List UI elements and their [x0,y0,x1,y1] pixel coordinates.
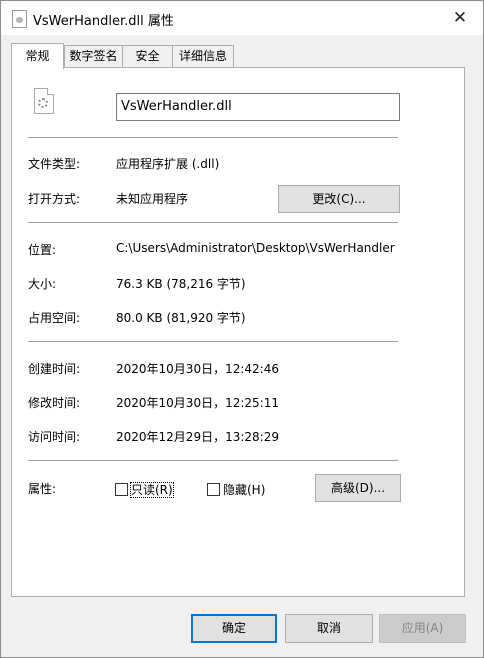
file-type-value: 应用程序扩展 (.dll) [116,157,220,171]
divider [28,341,398,342]
general-panel: VsWerHandler.dll 文件类型: 应用程序扩展 (.dll) 打开方… [11,67,465,597]
gear-icon [38,98,48,108]
location-label: 位置: [28,243,57,257]
checkbox-box[interactable] [115,483,128,496]
hidden-checkbox[interactable]: 隐藏(H) [207,481,265,498]
location-value: C:\Users\Administrator\Desktop\VsWerHand… [116,241,395,255]
dll-file-icon [34,88,54,114]
open-with-label: 打开方式: [28,192,81,206]
modified-value: 2020年10月30日，12:25:11 [116,396,279,410]
apply-button[interactable]: 应用(A) [379,614,466,643]
divider [28,222,398,223]
attributes-label: 属性: [28,482,57,496]
checkbox-box[interactable] [207,483,220,496]
window-title: VsWerHandler.dll 属性 [33,14,174,29]
change-button[interactable]: 更改(C)... [278,185,400,213]
accessed-label: 访问时间: [28,430,81,444]
tab-details[interactable]: 详细信息 [172,45,234,67]
size-label: 大小: [28,277,57,291]
divider [28,460,398,461]
readonly-checkbox-label[interactable]: 只读(R) [130,482,174,498]
advanced-button[interactable]: 高级(D)... [315,474,401,502]
divider [28,137,398,138]
file-name-input[interactable]: VsWerHandler.dll [116,93,400,121]
accessed-value: 2020年12月29日，13:28:29 [116,430,279,444]
close-icon: ✕ [452,8,468,28]
tab-general[interactable]: 常规 [11,43,64,69]
open-with-value: 未知应用程序 [116,192,189,206]
created-value: 2020年10月30日，12:42:46 [116,362,279,376]
ok-button[interactable]: 确定 [191,614,277,643]
tab-digital-signatures[interactable]: 数字签名 [64,45,123,67]
properties-window: VsWerHandler.dll 属性 ✕ 常规 数字签名 安全 详细信息 Vs… [0,0,484,658]
tab-security[interactable]: 安全 [122,45,173,67]
file-type-label: 文件类型: [28,157,81,171]
cancel-button[interactable]: 取消 [285,614,373,643]
readonly-checkbox[interactable]: 只读(R) [115,481,174,498]
size-on-disk-value: 80.0 KB (81,920 字节) [116,311,246,325]
size-on-disk-label: 占用空间: [28,311,81,325]
title-bar[interactable]: VsWerHandler.dll 属性 ✕ [1,1,483,35]
dll-file-icon [12,10,27,28]
hidden-checkbox-label[interactable]: 隐藏(H) [223,483,265,497]
created-label: 创建时间: [28,362,81,376]
modified-label: 修改时间: [28,396,81,410]
close-button[interactable]: ✕ [437,1,483,35]
size-value: 76.3 KB (78,216 字节) [116,277,246,291]
